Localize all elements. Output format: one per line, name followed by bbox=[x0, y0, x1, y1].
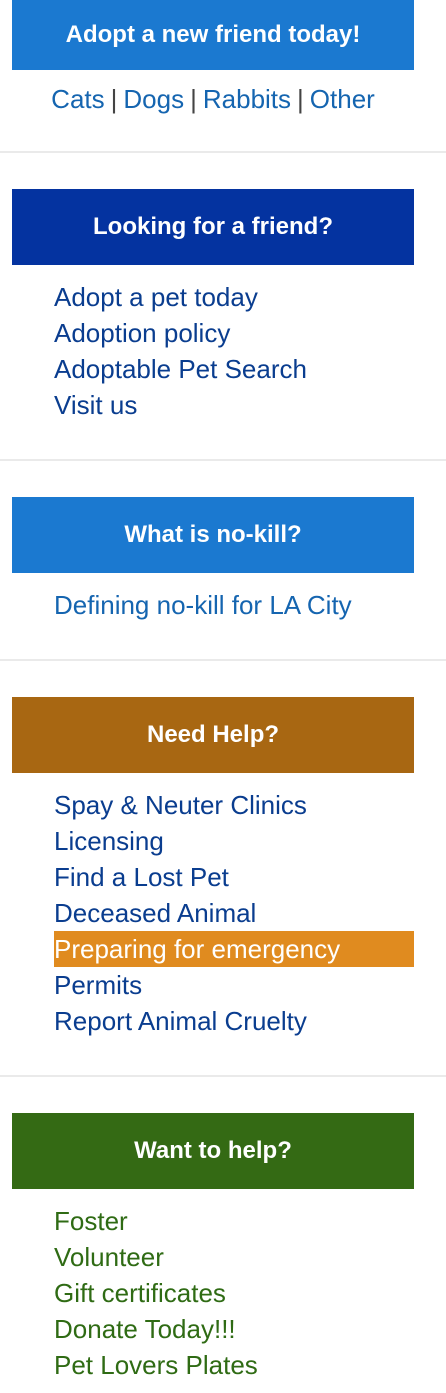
find-lost-pet-link[interactable]: Find a Lost Pet bbox=[54, 859, 414, 895]
help-links: Spay & Neuter Clinics Licensing Find a L… bbox=[54, 787, 414, 1039]
spay-neuter-link[interactable]: Spay & Neuter Clinics bbox=[54, 787, 414, 823]
gift-certificates-link[interactable]: Gift certificates bbox=[54, 1275, 414, 1311]
volunteer-link[interactable]: Volunteer bbox=[54, 1239, 414, 1275]
friend-section: Looking for a friend? Adopt a pet today … bbox=[0, 153, 446, 459]
defining-no-kill-link[interactable]: Defining no-kill for LA City bbox=[54, 587, 414, 623]
donate-today-link[interactable]: Donate Today!!! bbox=[54, 1311, 414, 1347]
visit-us-link[interactable]: Visit us bbox=[54, 387, 414, 423]
separator: | bbox=[297, 84, 304, 114]
separator: | bbox=[110, 84, 118, 114]
licensing-link[interactable]: Licensing bbox=[54, 823, 414, 859]
help-section: Need Help? Spay & Neuter Clinics Licensi… bbox=[0, 661, 446, 1075]
adopt-header: Adopt a new friend today! bbox=[12, 0, 414, 70]
separator: | bbox=[190, 84, 197, 114]
friend-links: Adopt a pet today Adoption policy Adopta… bbox=[54, 279, 414, 423]
other-link[interactable]: Other bbox=[310, 84, 375, 114]
pet-lovers-plates-link[interactable]: Pet Lovers Plates bbox=[54, 1347, 414, 1383]
sidebar: Adopt a new friend today! Cats | Dogs | Rabb… bbox=[0, 0, 446, 1393]
want-section: Want to help? Foster Volunteer Gift cert… bbox=[0, 1077, 446, 1393]
report-cruelty-link[interactable]: Report Animal Cruelty bbox=[54, 1003, 414, 1039]
adopt-section: Adopt a new friend today! Cats | Dogs | Rabb… bbox=[0, 0, 446, 151]
nokill-header: What is no-kill? bbox=[12, 497, 414, 573]
adoptable-pet-search-link[interactable]: Adoptable Pet Search bbox=[54, 351, 414, 387]
foster-link[interactable]: Foster bbox=[54, 1203, 414, 1239]
want-links: Foster Volunteer Gift certificates Donat… bbox=[54, 1203, 414, 1383]
help-header: Need Help? bbox=[12, 697, 414, 773]
deceased-animal-link[interactable]: Deceased Animal bbox=[54, 895, 414, 931]
cats-link[interactable]: Cats bbox=[51, 84, 104, 114]
nokill-section: What is no-kill? Defining no-kill for LA… bbox=[0, 461, 446, 659]
rabbits-link[interactable]: Rabbits bbox=[203, 84, 291, 114]
dogs-link[interactable]: Dogs bbox=[123, 84, 184, 114]
adoption-policy-link[interactable]: Adoption policy bbox=[54, 315, 414, 351]
want-header: Want to help? bbox=[12, 1113, 414, 1189]
preparing-emergency-link[interactable]: Preparing for emergency bbox=[54, 931, 414, 967]
friend-header: Looking for a friend? bbox=[12, 189, 414, 265]
permits-link[interactable]: Permits bbox=[54, 967, 414, 1003]
adopt-pet-today-link[interactable]: Adopt a pet today bbox=[54, 279, 414, 315]
adopt-quicklinks: Cats | Dogs | Rabbits | Other bbox=[12, 70, 414, 151]
nokill-links: Defining no-kill for LA City bbox=[54, 587, 414, 623]
